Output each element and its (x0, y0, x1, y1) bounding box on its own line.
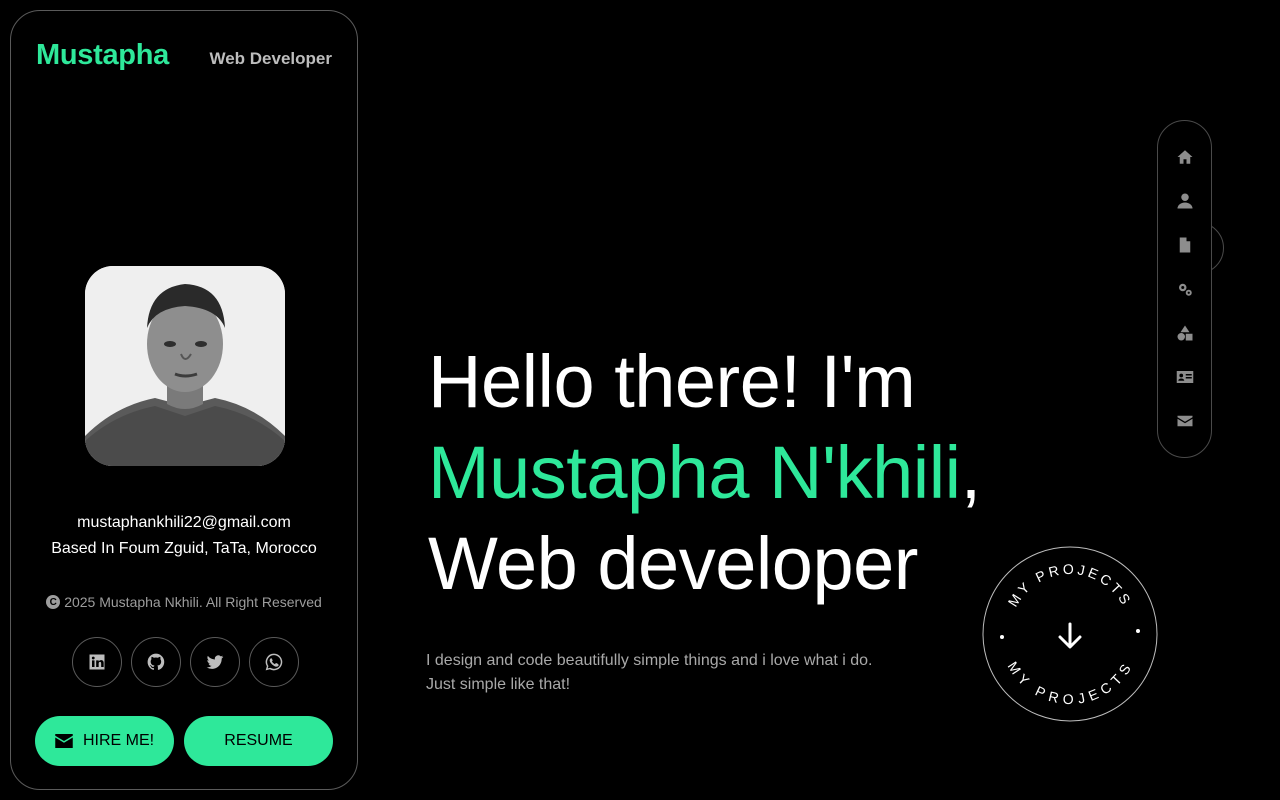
badge-text-top: MY PROJECTS (1005, 561, 1136, 609)
github-icon (147, 653, 165, 670)
profile-role: Web Developer (209, 49, 332, 68)
resume-button[interactable]: RESUME (184, 716, 333, 766)
hero-comma: , (960, 431, 982, 514)
social-links (72, 637, 299, 687)
nav-about[interactable] (1175, 191, 1195, 211)
nav-skills[interactable] (1175, 323, 1195, 343)
nav-home[interactable] (1175, 147, 1195, 167)
card-header: Mustapha Web Developer (36, 39, 332, 72)
shapes-icon (1177, 325, 1192, 341)
linkedin-icon (89, 654, 105, 670)
linkedin-link[interactable] (72, 637, 122, 687)
id-card-icon (1176, 371, 1193, 383)
page: Mustapha Web Developer mustaphankhili22@… (0, 0, 1280, 800)
hero-name: Mustapha N'khili (428, 431, 961, 514)
twitter-icon (206, 655, 224, 669)
hero-title: Hello there! I'm Mustapha N'khili, Web d… (428, 336, 981, 609)
nav-services[interactable] (1175, 279, 1195, 299)
badge-dot-right (1136, 629, 1140, 633)
profile-name[interactable]: Mustapha (36, 39, 169, 72)
copyright-label: 2025 Mustapha Nkhili. All Right Reserved (64, 594, 322, 610)
profile-email[interactable]: mustaphankhili22@gmail.com (11, 514, 357, 532)
file-icon (1179, 237, 1190, 253)
resume-label: RESUME (224, 732, 293, 749)
gears-icon (1178, 283, 1192, 296)
side-nav (1157, 120, 1212, 458)
hero-description: I design and code beautifully simple thi… (426, 652, 873, 693)
badge-dot-left (1000, 635, 1004, 639)
nav-portfolio[interactable] (1175, 367, 1195, 387)
hero-role: Web developer (428, 522, 918, 605)
profile-location: Based In Foum Zguid, TaTa, Morocco (51, 540, 317, 557)
user-icon (1177, 193, 1192, 209)
badge-svg: MY PROJECTS MY PROJECTS (982, 546, 1158, 722)
github-link[interactable] (131, 637, 181, 687)
twitter-link[interactable] (190, 637, 240, 687)
copyright-icon: C (46, 595, 61, 609)
my-projects-badge[interactable]: MY PROJECTS MY PROJECTS (982, 546, 1158, 722)
hire-me-button[interactable]: HIRE ME! (35, 716, 174, 766)
whatsapp-link[interactable] (249, 637, 299, 687)
avatar-photo (85, 266, 285, 466)
home-icon (1177, 150, 1192, 164)
envelope-icon (55, 734, 73, 748)
nav-resume[interactable] (1175, 235, 1195, 255)
badge-text-bottom: MY PROJECTS (1005, 659, 1136, 707)
profile-card: Mustapha Web Developer mustaphankhili22@… (10, 10, 358, 790)
contact-info: mustaphankhili22@gmail.com Based In Foum… (11, 514, 357, 558)
card-actions: HIRE ME! RESUME (35, 716, 333, 766)
arrow-down-icon (1058, 622, 1082, 649)
whatsapp-icon (265, 653, 283, 671)
hire-me-label: HIRE ME! (82, 732, 155, 749)
hero-greeting: Hello there! I'm (428, 340, 916, 423)
copyright-text: C 2025 Mustapha Nkhili. All Right Reserv… (11, 594, 357, 610)
avatar (85, 266, 285, 466)
nav-contact[interactable] (1175, 411, 1195, 431)
envelope-icon (1177, 415, 1192, 427)
